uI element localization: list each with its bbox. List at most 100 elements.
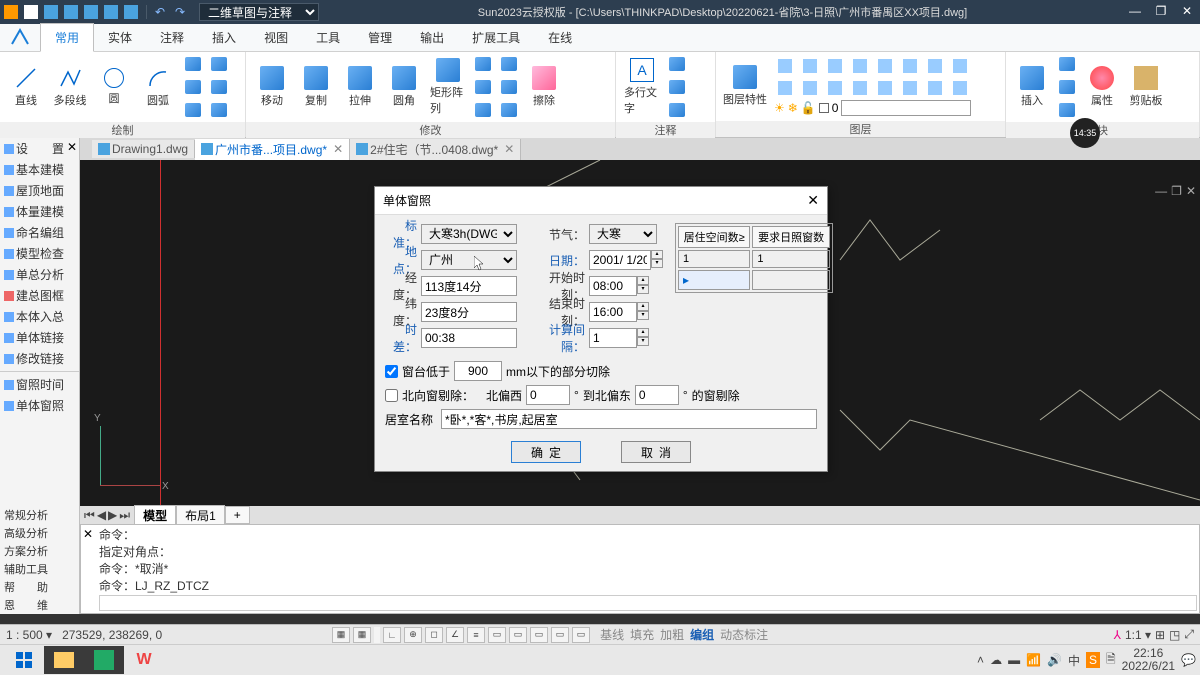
close-icon[interactable]: ✕ <box>333 142 343 156</box>
menu-manage[interactable]: 管理 <box>354 24 406 51</box>
tab-layout1[interactable]: 布局1 <box>176 505 225 526</box>
draw-sm-6[interactable] <box>208 100 230 120</box>
tray-cloud-icon[interactable]: ☁ <box>990 653 1002 667</box>
polar-icon[interactable]: ⊕ <box>404 627 422 643</box>
tray-battery-icon[interactable]: ▬ <box>1008 653 1020 667</box>
layer-icon-16[interactable] <box>949 78 971 98</box>
mod-sm-3[interactable] <box>472 100 494 120</box>
doc-tab-1[interactable]: Drawing1.dwg <box>92 140 195 158</box>
wps-icon[interactable]: W <box>124 646 164 674</box>
start-time-input[interactable]: ▴▾ <box>589 276 649 296</box>
maximize-button[interactable]: ❐ <box>1152 4 1170 20</box>
draw-sm-2[interactable] <box>182 77 204 97</box>
layer-icon-15[interactable] <box>924 78 946 98</box>
nw-input[interactable] <box>526 385 570 405</box>
panel-close-icon[interactable]: ✕ <box>67 140 77 154</box>
layer-icon-4[interactable] <box>849 56 871 76</box>
move-button[interactable]: 移动 <box>252 64 292 110</box>
blk-sm-1[interactable] <box>1056 54 1078 74</box>
grid-icon[interactable]: ▦ <box>332 627 350 643</box>
north-checkbox[interactable] <box>385 389 398 402</box>
layer-combo[interactable]: ☀❄🔓 0 <box>774 100 971 116</box>
layer-icon-12[interactable] <box>849 78 871 98</box>
date-input[interactable]: ▴▾ <box>589 250 663 270</box>
close-button[interactable]: ✕ <box>1178 4 1196 20</box>
st-r1-icon[interactable]: ⊞ <box>1155 628 1165 642</box>
snap-icon[interactable]: ▦ <box>353 627 371 643</box>
tab-first-icon[interactable]: ⏮ <box>84 508 95 523</box>
app1-icon[interactable] <box>84 646 124 674</box>
lp-name-group[interactable]: 命名编组 <box>0 222 79 243</box>
standard-select[interactable]: 大寒3h(DWG1) <box>421 224 517 244</box>
ann-sm-2[interactable] <box>666 77 688 97</box>
ratio-display[interactable]: 1:1 ▾ <box>1125 628 1151 642</box>
tz-input[interactable] <box>421 328 517 348</box>
lb-normal[interactable]: 常规分析 <box>0 506 79 524</box>
tray-notif-icon[interactable]: 💬 <box>1181 653 1196 667</box>
copy-button[interactable]: 复制 <box>296 64 336 110</box>
new-icon[interactable] <box>24 5 38 19</box>
layer-icon-3[interactable] <box>824 56 846 76</box>
interval-input[interactable]: ▴▾ <box>589 328 649 348</box>
tab-next-icon[interactable]: ▶ <box>108 508 117 523</box>
lp-model-check[interactable]: 模型检查 <box>0 243 79 264</box>
ok-button[interactable]: 确定 <box>511 441 581 463</box>
lp-mass-model[interactable]: 体量建模 <box>0 201 79 222</box>
undo-icon[interactable]: ↶ <box>155 5 169 19</box>
layer-icon-14[interactable] <box>899 78 921 98</box>
st-icon-10[interactable]: ▭ <box>572 627 590 643</box>
room-name-input[interactable] <box>441 409 817 429</box>
close-icon[interactable]: ✕ <box>504 142 514 156</box>
cancel-button[interactable]: 取消 <box>621 441 691 463</box>
layer-icon-9[interactable] <box>774 78 796 98</box>
lp-modify-link[interactable]: 修改链接 <box>0 348 79 369</box>
draw-sm-5[interactable] <box>208 77 230 97</box>
menu-ext[interactable]: 扩展工具 <box>458 24 534 51</box>
st-icon-8[interactable]: ▭ <box>530 627 548 643</box>
lb-advanced[interactable]: 高级分析 <box>0 524 79 542</box>
doc-tab-2[interactable]: 广州市番...项目.dwg*✕ <box>195 139 350 160</box>
lb-enwei[interactable]: 恩 维 <box>0 596 79 614</box>
menu-tools[interactable]: 工具 <box>302 24 354 51</box>
start-button[interactable] <box>4 646 44 674</box>
minimize-button[interactable]: — <box>1126 4 1144 20</box>
st-r2-icon[interactable]: ◳ <box>1169 628 1180 642</box>
array-button[interactable]: 矩形阵列 <box>428 56 468 118</box>
menu-output[interactable]: 输出 <box>406 24 458 51</box>
mtext-button[interactable]: A多行文字 <box>622 56 662 118</box>
layer-icon-6[interactable] <box>899 56 921 76</box>
lb-scheme[interactable]: 方案分析 <box>0 542 79 560</box>
menu-online[interactable]: 在线 <box>534 24 586 51</box>
lb-help[interactable]: 帮 助 <box>0 578 79 596</box>
lp-single-window[interactable]: 单体窗照 <box>0 395 79 416</box>
latitude-input[interactable] <box>421 302 517 322</box>
scale-display[interactable]: 1 : 500 ▾ <box>6 628 52 642</box>
st-icon-6[interactable]: ▭ <box>488 627 506 643</box>
menu-view[interactable]: 视图 <box>250 24 302 51</box>
polyline-button[interactable]: 多段线 <box>50 64 90 110</box>
open-icon[interactable] <box>44 5 58 19</box>
circle-button[interactable]: 圆 <box>94 66 134 108</box>
tray-ime-icon[interactable]: 中 <box>1068 652 1080 669</box>
cmdline-close-icon[interactable]: ✕ <box>83 527 93 541</box>
lp-into-total[interactable]: 本体入总 <box>0 306 79 327</box>
blk-sm-3[interactable] <box>1056 100 1078 120</box>
stretch-button[interactable]: 拉伸 <box>340 64 380 110</box>
mod-sm-5[interactable] <box>498 77 520 97</box>
layer-icon-5[interactable] <box>874 56 896 76</box>
doc-tab-3[interactable]: 2#住宅（节...0408.dwg*✕ <box>350 139 521 160</box>
print-icon[interactable] <box>104 5 118 19</box>
explorer-icon[interactable] <box>44 646 84 674</box>
insert-button[interactable]: 插入 <box>1012 64 1052 110</box>
location-select[interactable]: 广州 <box>421 250 517 270</box>
tray-doc-icon[interactable]: 🗎 <box>1106 650 1116 671</box>
term-select[interactable]: 大寒 <box>589 224 657 244</box>
ann-sm-1[interactable] <box>666 54 688 74</box>
ortho-icon[interactable]: ∟ <box>383 627 401 643</box>
lp-frame[interactable]: 建总图框 <box>0 285 79 306</box>
layer-icon-10[interactable] <box>799 78 821 98</box>
layer-props-button[interactable]: 图层特性 <box>720 63 770 109</box>
saveas-icon[interactable] <box>84 5 98 19</box>
mod-sm-1[interactable] <box>472 54 494 74</box>
st-icon-9[interactable]: ▭ <box>551 627 569 643</box>
